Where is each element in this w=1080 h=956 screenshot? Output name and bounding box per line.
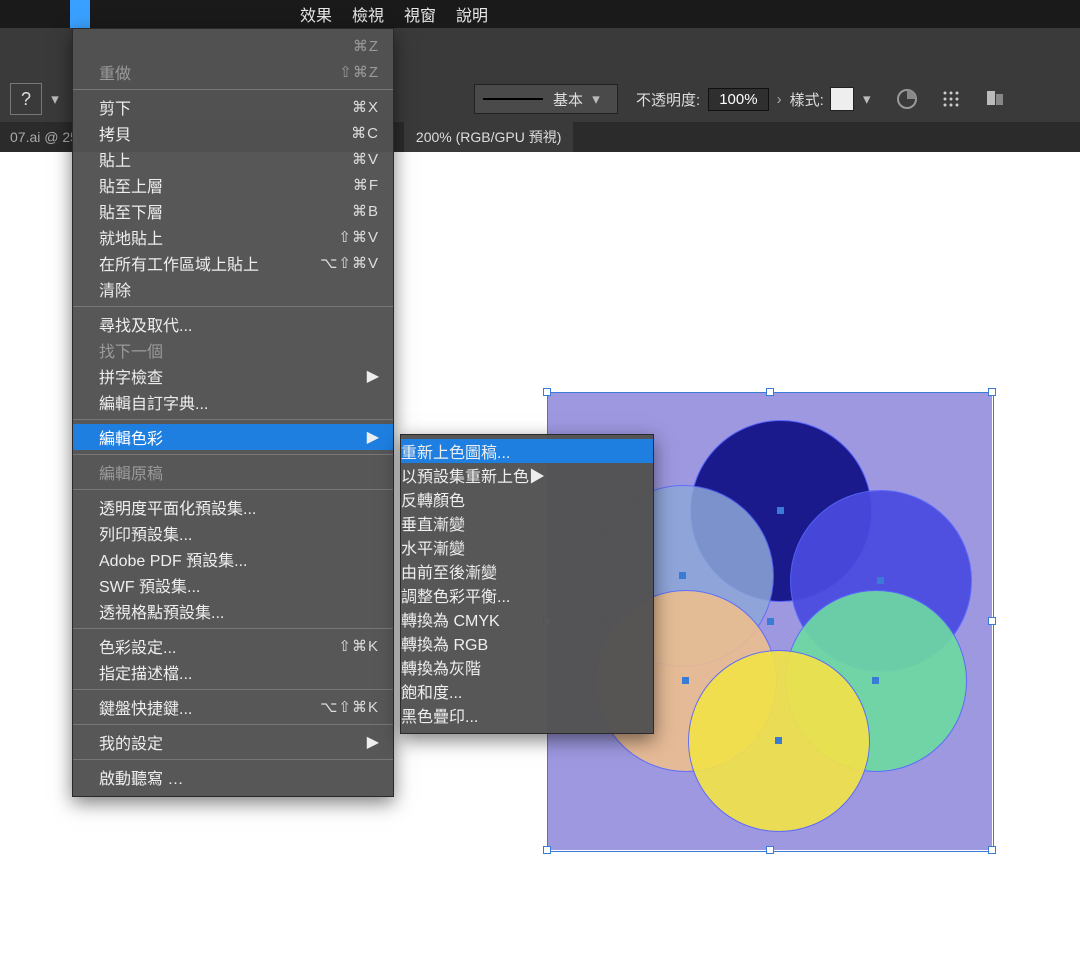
anchor-point — [767, 618, 774, 625]
menu-paste-front[interactable]: 貼至上層⌘F — [73, 172, 393, 198]
menu-paste-place[interactable]: 就地貼上⇧⌘V — [73, 224, 393, 250]
submenu-to-gray[interactable]: 轉換為灰階 — [401, 655, 653, 679]
menubar-edit[interactable] — [70, 0, 90, 28]
menu-undo[interactable]: ⌘Z — [73, 33, 393, 59]
menu-paste-back[interactable]: 貼至下層⌘B — [73, 198, 393, 224]
menu-find-next: 找下一個 — [73, 337, 393, 363]
selection-handle[interactable] — [766, 388, 774, 396]
menubar: 效果 檢視 視窗 說明 — [0, 0, 1080, 28]
selection-handle[interactable] — [988, 846, 996, 854]
menu-my-settings[interactable]: 我的設定▶ — [73, 729, 393, 755]
menu-clear[interactable]: 清除 — [73, 276, 393, 302]
submenu-invert[interactable]: 反轉顏色 — [401, 487, 653, 511]
edit-colors-submenu: 重新上色圖稿... 以預設集重新上色▶ 反轉顏色 垂直漸變 水平漸變 由前至後漸… — [400, 434, 654, 734]
menu-paste[interactable]: 貼上⌘V — [73, 146, 393, 172]
menu-assign-profile[interactable]: 指定描述檔... — [73, 659, 393, 685]
anchor-point — [682, 677, 689, 684]
menu-swf-preset[interactable]: SWF 預設集... — [73, 572, 393, 598]
menubar-help[interactable]: 說明 — [446, 0, 498, 28]
menu-edit-colors[interactable]: 編輯色彩▶ — [73, 424, 393, 450]
opacity-input[interactable]: 100% — [708, 88, 768, 111]
menu-separator — [73, 628, 393, 629]
submenu-to-rgb[interactable]: 轉換為 RGB — [401, 631, 653, 655]
recolor-icon[interactable] — [890, 85, 924, 113]
menu-separator — [73, 689, 393, 690]
dropdown-icon[interactable]: ▾ — [48, 90, 62, 108]
submenu-overprint[interactable]: 黑色疊印... — [401, 703, 653, 727]
chevron-down-icon[interactable]: ▾ — [860, 90, 874, 108]
submenu-to-cmyk: 轉換為 CMYK — [401, 607, 653, 631]
menubar-effect[interactable]: 效果 — [290, 0, 342, 28]
anchor-point — [775, 737, 782, 744]
style-swatch[interactable] — [830, 87, 854, 111]
menu-shortcuts[interactable]: 鍵盤快捷鍵...⌥⇧⌘K — [73, 694, 393, 720]
menu-separator — [73, 89, 393, 90]
menu-pdf-preset[interactable]: Adobe PDF 預設集... — [73, 546, 393, 572]
submenu-saturate[interactable]: 飽和度... — [401, 679, 653, 703]
menu-separator — [73, 759, 393, 760]
submenu-recolor[interactable]: 重新上色圖稿... — [401, 439, 653, 463]
menu-separator — [73, 419, 393, 420]
menubar-window[interactable]: 視窗 — [394, 0, 446, 28]
menu-custom-dict[interactable]: 編輯自訂字典... — [73, 389, 393, 415]
menu-dictation[interactable]: 啟動聽寫 … — [73, 764, 393, 790]
style-label: 樣式: — [790, 89, 824, 110]
selection-handle[interactable] — [543, 846, 551, 854]
anchor-point — [679, 572, 686, 579]
menu-cut[interactable]: 剪下⌘X — [73, 94, 393, 120]
menu-persp-preset[interactable]: 透視格點預設集... — [73, 598, 393, 624]
selection-handle[interactable] — [766, 846, 774, 854]
menu-paste-all[interactable]: 在所有工作區域上貼上⌥⇧⌘V — [73, 250, 393, 276]
stroke-style-dropdown[interactable]: 基本 ▾ — [474, 84, 618, 114]
opacity-label: 不透明度: — [636, 89, 700, 110]
menu-edit-original: 編輯原稿 — [73, 459, 393, 485]
submenu-blend-v[interactable]: 垂直漸變 — [401, 511, 653, 535]
chevron-down-icon: ▾ — [589, 90, 603, 108]
submenu-blend-fb[interactable]: 由前至後漸變 — [401, 559, 653, 583]
help-button[interactable]: ? — [10, 83, 42, 115]
menu-separator — [73, 454, 393, 455]
menubar-view[interactable]: 檢視 — [342, 0, 394, 28]
document-tab-active[interactable]: 200% (RGB/GPU 預視) — [404, 122, 573, 152]
selection-handle[interactable] — [988, 388, 996, 396]
anchor-point — [872, 677, 879, 684]
edit-menu: ⌘Z 重做⇧⌘Z 剪下⌘X 拷貝⌘C 貼上⌘V 貼至上層⌘F 貼至下層⌘B 就地… — [72, 28, 394, 797]
chevron-right-icon[interactable]: › — [777, 91, 782, 108]
menu-color-settings[interactable]: 色彩設定...⇧⌘K — [73, 633, 393, 659]
arrange-icon[interactable] — [978, 85, 1012, 113]
align-icon[interactable] — [934, 85, 968, 113]
menu-separator — [73, 724, 393, 725]
menu-find[interactable]: 尋找及取代... — [73, 311, 393, 337]
anchor-point — [877, 577, 884, 584]
menu-print-preset[interactable]: 列印預設集... — [73, 520, 393, 546]
stroke-preview-icon — [483, 98, 543, 100]
anchor-point — [777, 507, 784, 514]
menu-transp-preset[interactable]: 透明度平面化預設集... — [73, 494, 393, 520]
submenu-blend-h[interactable]: 水平漸變 — [401, 535, 653, 559]
menu-redo: 重做⇧⌘Z — [73, 59, 393, 85]
menu-spell[interactable]: 拼字檢查▶ — [73, 363, 393, 389]
selection-handle[interactable] — [543, 388, 551, 396]
menu-copy[interactable]: 拷貝⌘C — [73, 120, 393, 146]
submenu-recolor-preset[interactable]: 以預設集重新上色▶ — [401, 463, 653, 487]
stroke-style-label: 基本 — [553, 89, 583, 110]
submenu-adjust-balance[interactable]: 調整色彩平衡... — [401, 583, 653, 607]
menu-separator — [73, 489, 393, 490]
menu-separator — [73, 306, 393, 307]
selection-handle[interactable] — [988, 617, 996, 625]
